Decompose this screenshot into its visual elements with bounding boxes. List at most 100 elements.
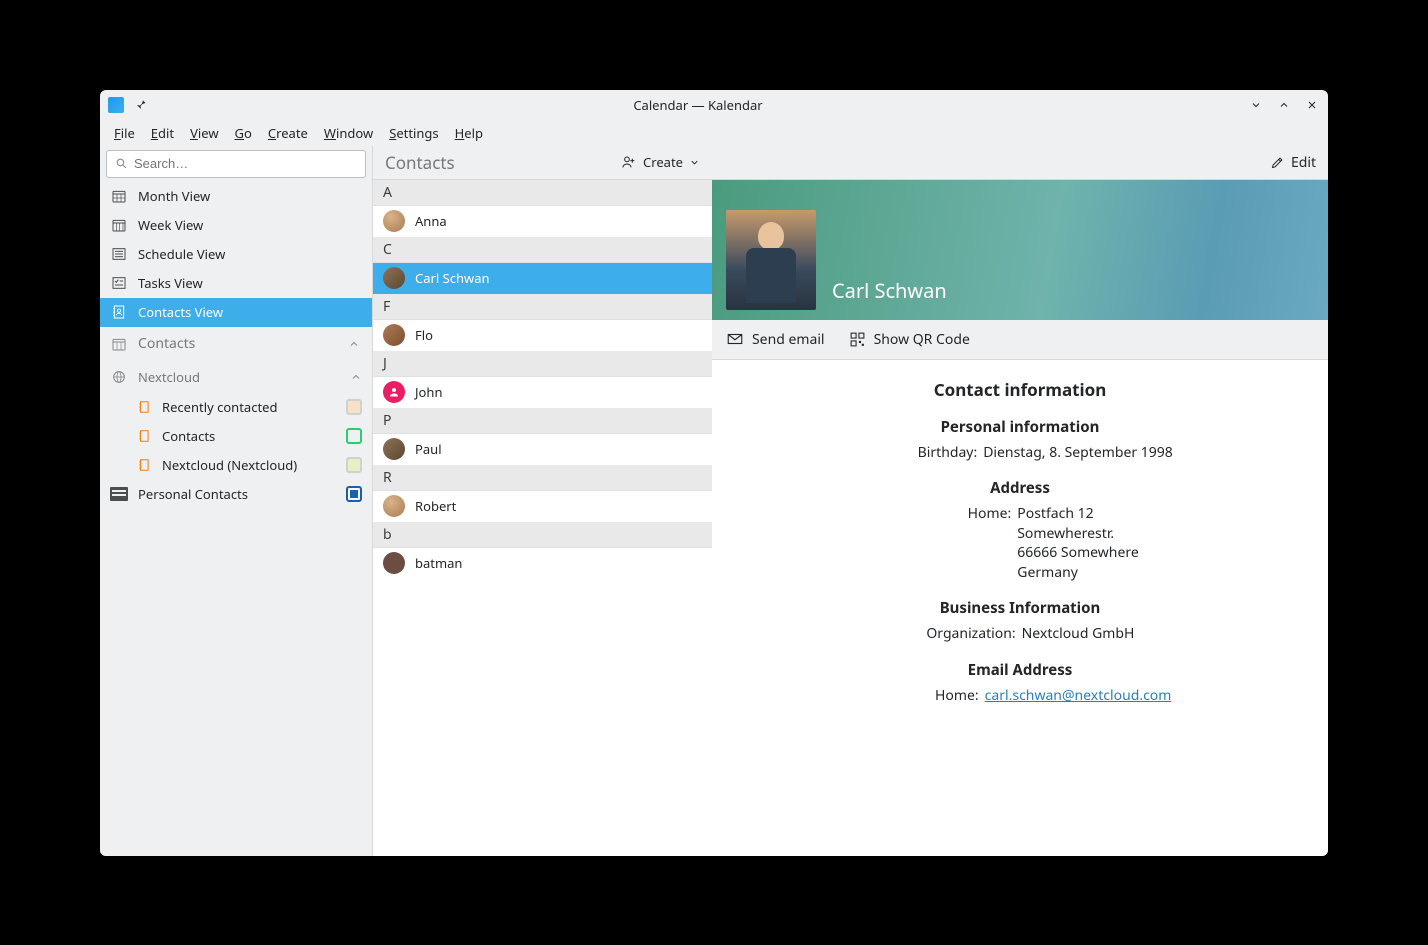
birthday-value: Dienstag, 8. September 1998 <box>983 443 1173 463</box>
label: Personal Contacts <box>138 485 248 503</box>
action-bar: Send email Show QR Code <box>712 320 1328 360</box>
avatar <box>383 324 405 346</box>
label: Week View <box>138 216 203 234</box>
org-row: Organization: Nextcloud GmbH <box>732 624 1308 644</box>
email-label: Home: <box>869 686 979 706</box>
qr-icon <box>849 331 866 348</box>
contacts-column: Contacts Create AAnnaCCarl SchwanFFloJJo… <box>372 146 712 856</box>
search-field[interactable] <box>134 156 357 171</box>
search-icon <box>115 157 128 170</box>
address-label: Home: <box>901 504 1011 582</box>
menu-help[interactable]: Help <box>447 122 491 144</box>
personal-heading: Personal information <box>732 417 1308 437</box>
menu-create[interactable]: Create <box>260 122 316 144</box>
avatar <box>383 495 405 517</box>
show-qr-button[interactable]: Show QR Code <box>849 330 970 349</box>
contact-name: Anna <box>415 212 447 230</box>
sidebar-item-personal-contacts[interactable]: Personal Contacts <box>100 480 372 509</box>
business-heading: Business Information <box>732 598 1308 618</box>
birthday-row: Birthday: Dienstag, 8. September 1998 <box>732 443 1308 463</box>
menu-settings[interactable]: Settings <box>381 122 446 144</box>
body: Month View Week View Schedule View Tasks Vi… <box>100 146 1328 856</box>
contact-row[interactable]: Anna <box>373 206 712 237</box>
info-heading: Contact information <box>732 378 1308 401</box>
contacts-header: Contacts Create <box>373 146 712 180</box>
contact-row[interactable]: Carl Schwan <box>373 263 712 294</box>
calendar-grid-icon <box>110 335 128 353</box>
color-swatch[interactable] <box>346 428 362 444</box>
contact-name: John <box>415 383 442 401</box>
email-link[interactable]: carl.schwan@nextcloud.com <box>985 686 1172 705</box>
pencil-icon <box>1270 155 1285 170</box>
view-list: Month View Week View Schedule View Tasks Vi… <box>100 182 372 327</box>
schedule-icon <box>110 245 128 263</box>
menu-file[interactable]: File <box>106 122 143 144</box>
addressbook-icon <box>136 457 152 473</box>
create-label: Create <box>643 153 683 171</box>
contacts-icon <box>110 303 128 321</box>
search-input[interactable] <box>106 150 366 178</box>
contact-photo <box>726 210 816 310</box>
contact-row[interactable]: John <box>373 377 712 408</box>
email-value: carl.schwan@nextcloud.com <box>985 686 1172 706</box>
contact-row[interactable]: Flo <box>373 320 712 351</box>
chevron-down-icon <box>689 157 700 168</box>
contact-name: Paul <box>415 440 442 458</box>
sidebar-view-week[interactable]: Week View <box>100 211 372 240</box>
menu-view[interactable]: View <box>182 122 226 144</box>
pin-icon[interactable] <box>134 98 148 112</box>
label: Nextcloud (Nextcloud) <box>162 456 297 474</box>
week-icon <box>110 216 128 234</box>
letter-header: F <box>373 294 712 320</box>
addressbook-0[interactable]: Recently contacted <box>100 393 372 422</box>
sidebar-view-month[interactable]: Month View <box>100 182 372 211</box>
label: Month View <box>138 187 210 205</box>
create-button[interactable]: Create <box>621 153 700 171</box>
contact-name: batman <box>415 554 462 572</box>
address-row: Home: Postfach 12Somewherestr.66666 Some… <box>732 504 1308 582</box>
addressbook-1[interactable]: Contacts <box>100 422 372 451</box>
color-swatch[interactable] <box>346 399 362 415</box>
sidebar-view-tasks[interactable]: Tasks View <box>100 269 372 298</box>
menu-edit[interactable]: Edit <box>143 122 182 144</box>
sidebar-section-contacts[interactable]: Contacts <box>100 327 372 361</box>
close-icon[interactable] <box>1304 97 1320 113</box>
label: Contacts <box>162 427 215 445</box>
contact-name: Carl Schwan <box>832 277 947 304</box>
color-swatch[interactable] <box>346 486 362 502</box>
contact-list[interactable]: AAnnaCCarl SchwanFFloJJohnPPaulRRobertbb… <box>373 180 712 579</box>
app-icon <box>108 97 124 113</box>
tasks-icon <box>110 274 128 292</box>
color-swatch[interactable] <box>346 457 362 473</box>
minimize-icon[interactable] <box>1248 97 1264 113</box>
addressbook-2[interactable]: Nextcloud (Nextcloud) <box>100 451 372 480</box>
menubar: FileEditViewGoCreateWindowSettingsHelp <box>100 120 1328 146</box>
addressbook-icon <box>136 428 152 444</box>
label: Show QR Code <box>874 330 970 349</box>
contact-row[interactable]: Paul <box>373 434 712 465</box>
chevron-up-icon <box>350 371 362 383</box>
contact-name: Robert <box>415 497 456 515</box>
letter-header: C <box>373 237 712 263</box>
maximize-icon[interactable] <box>1276 97 1292 113</box>
detail-pane: Edit Carl Schwan Send email S <box>712 146 1328 856</box>
avatar <box>383 210 405 232</box>
letter-header: P <box>373 408 712 434</box>
avatar <box>383 438 405 460</box>
send-email-button[interactable]: Send email <box>726 330 825 349</box>
org-label: Organization: <box>906 624 1016 644</box>
addressbook-icon <box>136 399 152 415</box>
contact-row[interactable]: batman <box>373 548 712 579</box>
menu-go[interactable]: Go <box>227 122 260 144</box>
menu-window[interactable]: Window <box>316 122 381 144</box>
letter-header: A <box>373 180 712 206</box>
label: Contacts View <box>138 303 223 321</box>
sidebar-view-schedule[interactable]: Schedule View <box>100 240 372 269</box>
label: Schedule View <box>138 245 225 263</box>
sidebar-group-nextcloud[interactable]: Nextcloud <box>100 361 372 393</box>
sidebar-view-contacts[interactable]: Contacts View <box>100 298 372 327</box>
app-window: Calendar — Kalendar FileEditViewGoCreate… <box>100 90 1328 856</box>
contact-row[interactable]: Robert <box>373 491 712 522</box>
edit-button[interactable]: Edit <box>1270 153 1316 172</box>
contact-info: Contact information Personal information… <box>712 360 1328 724</box>
